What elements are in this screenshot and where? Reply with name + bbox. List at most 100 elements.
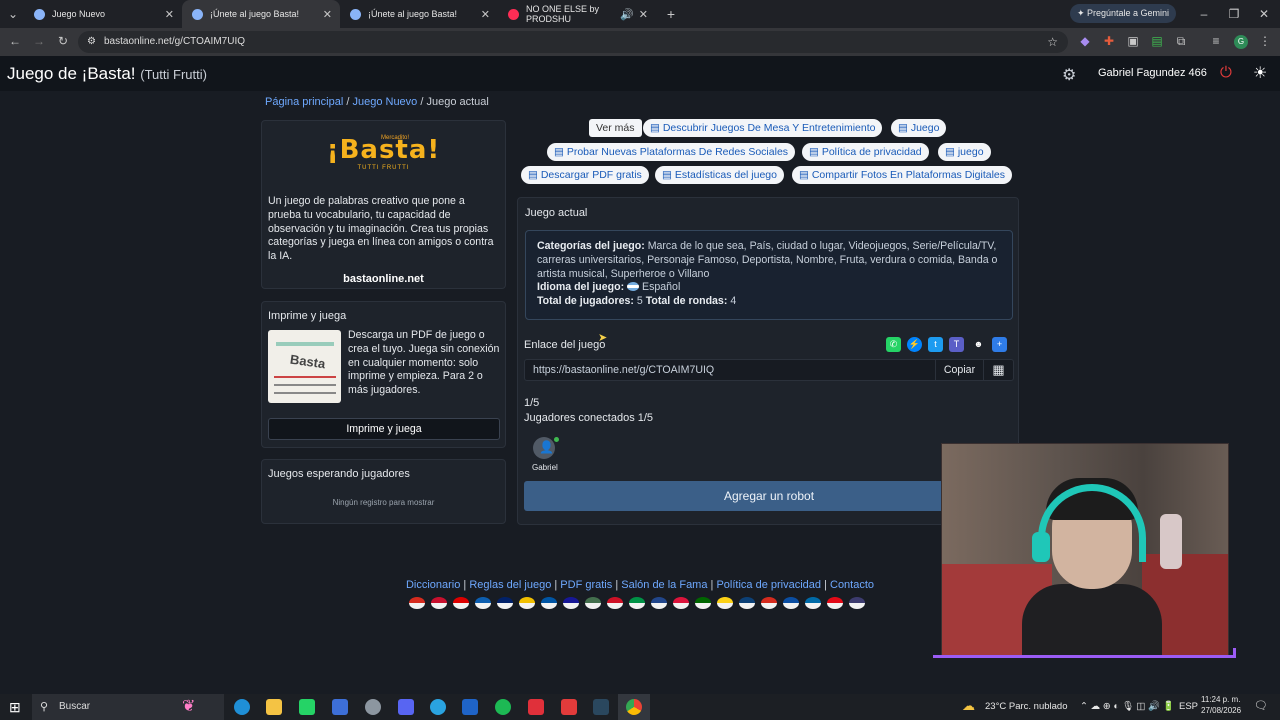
user-name[interactable]: Gabriel Fagundez 466	[1098, 67, 1207, 79]
share-plus-icon[interactable]: +	[992, 337, 1007, 352]
theme-sun-icon[interactable]: ☀	[1253, 63, 1267, 83]
tab-juego-nuevo[interactable]: Juego Nuevo ✕	[24, 0, 182, 28]
extension-icon[interactable]: ✚	[1102, 34, 1116, 48]
bookmark-star-icon[interactable]: ☆	[1047, 31, 1058, 53]
tray-icons[interactable]: ⌃ ☁ ⊕ ◐ 🎙 ◫ 🔊 🔋	[1080, 701, 1174, 712]
player-avatar[interactable]: 👤	[533, 437, 559, 459]
file-explorer-icon[interactable]	[266, 699, 282, 715]
flag-icon[interactable]	[475, 597, 491, 609]
discord-icon[interactable]	[398, 699, 414, 715]
back-arrow-icon[interactable]: ←	[8, 34, 22, 48]
tab-search-icon[interactable]: ⌄	[6, 7, 20, 21]
minimize-icon[interactable]: –	[1197, 7, 1211, 21]
puzzle-icon[interactable]: ⧉	[1174, 34, 1188, 48]
footer-link-contact[interactable]: Contacto	[830, 579, 874, 591]
flag-icon[interactable]	[563, 597, 579, 609]
chrome-taskbar-active[interactable]	[618, 694, 650, 720]
site-info-icon[interactable]: ⚙	[87, 31, 96, 53]
power-icon[interactable]: ⏻	[1220, 64, 1232, 81]
flag-icon[interactable]	[849, 597, 865, 609]
teams-icon[interactable]: T	[949, 337, 964, 352]
clock-time[interactable]: 11:24 p. m.	[1201, 695, 1240, 704]
steam-icon[interactable]	[593, 699, 609, 715]
flag-icon[interactable]	[783, 597, 799, 609]
close-icon[interactable]: ✕	[323, 8, 332, 21]
extension-icon[interactable]: ◆	[1078, 34, 1092, 48]
reload-icon[interactable]: ↻	[56, 34, 70, 48]
pill-link[interactable]: ▤ Política de privacidad	[802, 143, 929, 161]
profile-avatar[interactable]: G	[1234, 35, 1248, 49]
edge-icon[interactable]	[234, 699, 250, 715]
flag-icon[interactable]	[805, 597, 821, 609]
flag-icon[interactable]	[585, 597, 601, 609]
tab-unete[interactable]: ¡Únete al juego Basta! ✕	[340, 0, 498, 28]
footer-link-rules[interactable]: Reglas del juego	[469, 579, 551, 591]
pill-link[interactable]: ▤ Juego	[891, 119, 947, 137]
snapchat-icon[interactable]: ☻	[971, 337, 986, 352]
flag-icon[interactable]	[761, 597, 777, 609]
footer-link-dictionary[interactable]: Diccionario	[406, 579, 460, 591]
app-icon[interactable]	[365, 699, 381, 715]
taskbar-search[interactable]: ⚲ Buscar ❦	[32, 694, 224, 720]
address-bar[interactable]: ⚙ bastaonline.net/g/CTOAIM7UIQ ☆	[78, 31, 1068, 53]
breadcrumb-home[interactable]: Página principal	[265, 96, 343, 108]
gemini-button[interactable]: ✦ Pregúntale a Gemini	[1070, 4, 1176, 23]
flag-icon[interactable]	[717, 597, 733, 609]
flag-icon[interactable]	[629, 597, 645, 609]
restore-icon[interactable]: ❐	[1227, 7, 1241, 21]
whatsapp-icon[interactable]: ✆	[886, 337, 901, 352]
media-icon[interactable]: ≡	[1209, 34, 1223, 48]
messenger-icon[interactable]: ⚡	[907, 337, 922, 352]
copy-button[interactable]: Copiar	[935, 360, 983, 380]
settings-gear-icon[interactable]: ⚙	[1062, 65, 1076, 85]
footer-link-hall-of-fame[interactable]: Salón de la Fama	[621, 579, 707, 591]
pill-link[interactable]: ▤ Descubrir Juegos De Mesa Y Entretenimi…	[643, 119, 883, 137]
see-more-button[interactable]: Ver más	[589, 119, 642, 137]
close-icon[interactable]: ✕	[481, 8, 490, 21]
extension-icon[interactable]: ▤	[1150, 34, 1164, 48]
pill-link[interactable]: ▤ Estadísticas del juego	[655, 166, 784, 184]
game-link-field[interactable]: https://bastaonline.net/g/CTOAIM7UIQ Cop…	[524, 359, 1014, 381]
forward-arrow-icon[interactable]: →	[32, 34, 46, 48]
print-and-play-button[interactable]: Imprime y juega	[268, 418, 500, 440]
close-icon[interactable]: ✕	[639, 8, 648, 21]
shield-app-icon[interactable]	[332, 699, 348, 715]
tab-youtube[interactable]: NO ONE ELSE by PRODSHU 🔊 ✕	[498, 0, 656, 28]
close-icon[interactable]: ✕	[165, 8, 174, 21]
flag-icon[interactable]	[695, 597, 711, 609]
footer-link-privacy[interactable]: Política de privacidad	[716, 579, 821, 591]
close-window-icon[interactable]: ✕	[1257, 7, 1271, 21]
weather-text[interactable]: 23°C Parc. nublado	[985, 701, 1068, 712]
speaker-icon[interactable]: 🔊	[620, 8, 634, 21]
footer-link-pdf[interactable]: PDF gratis	[560, 579, 612, 591]
flag-icon[interactable]	[409, 597, 425, 609]
pill-link[interactable]: ▤ juego	[938, 143, 991, 161]
extension-icon[interactable]: ▣	[1126, 34, 1140, 48]
telegram-icon[interactable]	[430, 699, 446, 715]
flag-icon[interactable]	[739, 597, 755, 609]
flag-icon[interactable]	[541, 597, 557, 609]
flag-icon[interactable]	[651, 597, 667, 609]
flag-icon[interactable]	[673, 597, 689, 609]
outlook-icon[interactable]	[462, 699, 478, 715]
keyboard-language[interactable]: ESP	[1179, 701, 1198, 712]
spotify-icon[interactable]	[495, 699, 511, 715]
flag-icon[interactable]	[827, 597, 843, 609]
app-icon[interactable]	[561, 699, 577, 715]
new-tab-icon[interactable]: +	[664, 7, 678, 21]
pill-link[interactable]: ▤ Probar Nuevas Plataformas De Redes Soc…	[547, 143, 796, 161]
whatsapp-app-icon[interactable]	[299, 699, 315, 715]
windows-start-icon[interactable]: ⊞	[9, 699, 21, 716]
flag-icon[interactable]	[497, 597, 513, 609]
tab-unete-active[interactable]: ¡Únete al juego Basta! ✕	[182, 0, 340, 28]
app-title[interactable]: Juego de ¡Basta! (Tutti Frutti)	[7, 64, 207, 84]
clock-date[interactable]: 27/08/2026	[1201, 706, 1241, 715]
flag-icon[interactable]	[453, 597, 469, 609]
pill-link[interactable]: ▤ Descargar PDF gratis	[521, 166, 649, 184]
flag-icon[interactable]	[431, 597, 447, 609]
flag-icon[interactable]	[519, 597, 535, 609]
pill-link[interactable]: ▤ Compartir Fotos En Plataformas Digital…	[792, 166, 1012, 184]
twitter-icon[interactable]: t	[928, 337, 943, 352]
breadcrumb-new-game[interactable]: Juego Nuevo	[352, 96, 417, 108]
menu-dots-icon[interactable]: ⋮	[1258, 34, 1272, 48]
